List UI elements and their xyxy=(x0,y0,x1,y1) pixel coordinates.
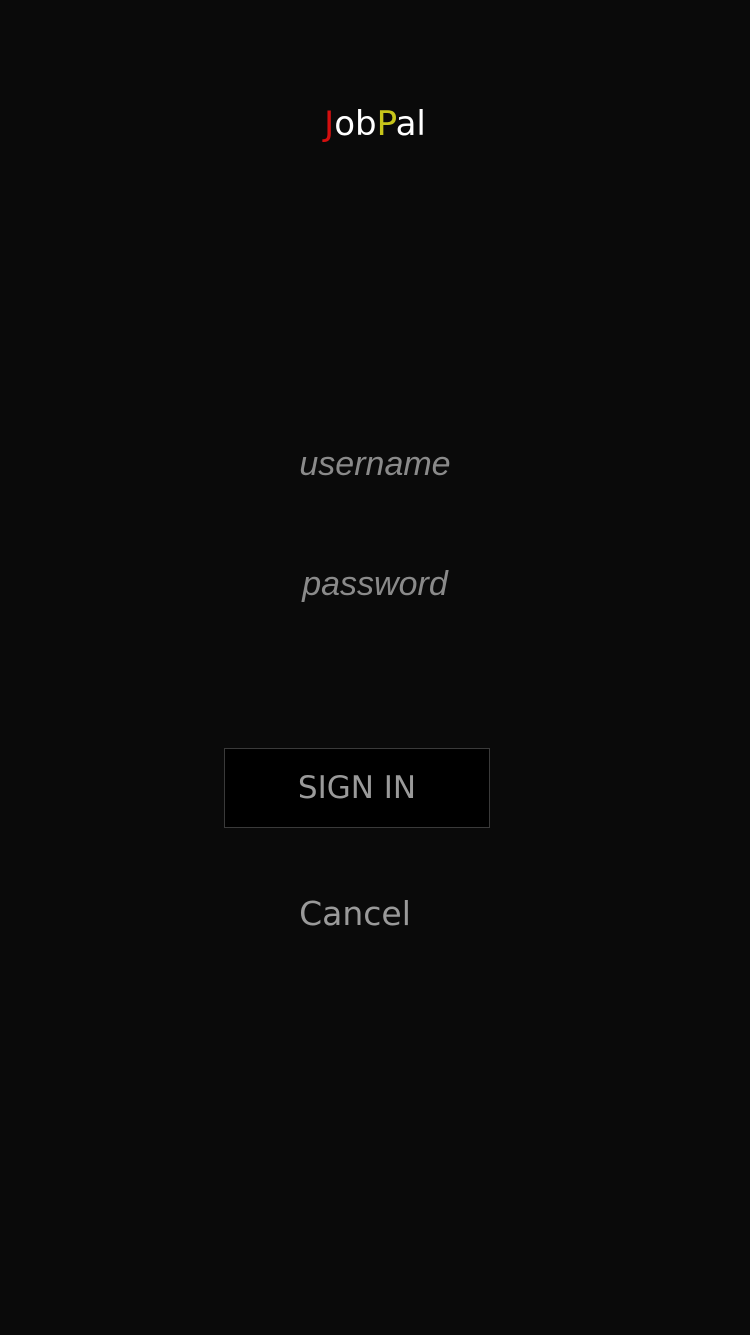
password-input[interactable] xyxy=(200,554,550,614)
sign-in-button[interactable]: SIGN IN xyxy=(224,748,490,828)
logo-part-ob: ob xyxy=(334,104,377,144)
app-logo: JobPal xyxy=(0,100,750,148)
logo-part-al: al xyxy=(395,104,426,144)
cancel-button[interactable]: Cancel xyxy=(275,890,435,938)
logo-letter-j: J xyxy=(324,104,335,144)
username-input[interactable] xyxy=(200,434,550,494)
logo-letter-p: P xyxy=(376,104,396,144)
